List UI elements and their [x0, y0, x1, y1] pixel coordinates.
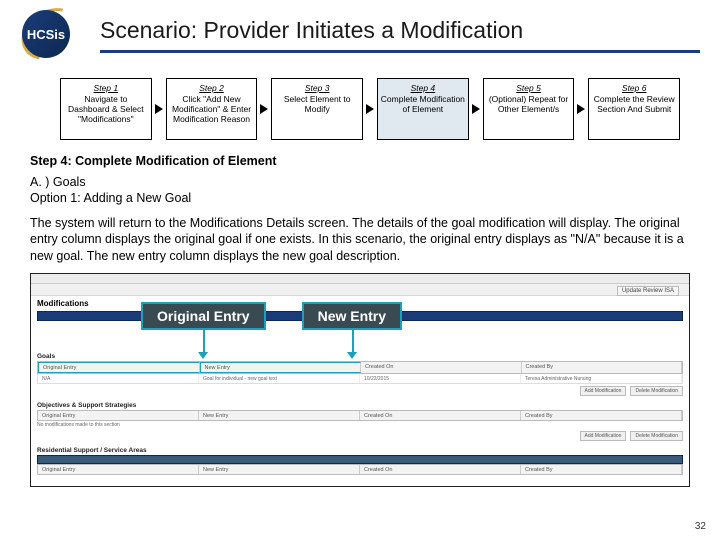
ss-goals-subhead: Goals: [31, 349, 689, 361]
cell-original: N/A: [38, 374, 199, 383]
chevron-right-icon: [260, 104, 268, 114]
col-created-by: Created By: [522, 362, 683, 373]
step-text: Click "Add New Modification" & Enter Mod…: [169, 94, 255, 125]
callout-new-entry: New Entry: [302, 302, 402, 330]
callout-original-entry: Original Entry: [141, 302, 266, 330]
col-new-entry: New Entry: [200, 362, 362, 373]
step-text: Navigate to Dashboard & Select "Modifica…: [63, 94, 149, 125]
step-title: Step 6: [591, 83, 677, 93]
page-number: 32: [695, 521, 706, 532]
ss-grid-header-2: Original Entry New Entry Created On Crea…: [37, 410, 683, 421]
step4-heading: Step 4: Complete Modification of Element: [30, 154, 690, 168]
step-box-6: Step 6Complete the Review Section And Su…: [588, 78, 680, 140]
ss-tabstrip: [31, 274, 689, 284]
cell-date: 10/22/2015: [360, 374, 521, 383]
review-isa-pill: Update Review ISA: [617, 286, 679, 296]
ss-navbar: [31, 284, 689, 296]
ss-objectives-subhead: Objectives & Support Strategies: [31, 398, 689, 410]
step-title: Step 5: [486, 83, 572, 93]
step-text: Complete Modification of Element: [380, 94, 466, 114]
step-box-2: Step 2Click "Add New Modification" & Ent…: [166, 78, 258, 140]
step-title: Step 1: [63, 83, 149, 93]
hcsis-logo: HCSis: [20, 8, 86, 62]
cell-author: Teresa Administrative Nursing: [521, 374, 682, 383]
step-box-3: Step 3Select Element to Modify: [271, 78, 363, 140]
add-modification-button[interactable]: Add Modification: [580, 386, 627, 396]
chevron-right-icon: [577, 104, 585, 114]
step-text: (Optional) Repeat for Other Element/s: [486, 94, 572, 114]
delete-modification-button-2[interactable]: Delete Modification: [630, 431, 683, 441]
ss-grid-row: N/A Goal for individual - new goal text …: [37, 374, 683, 384]
col-original-entry: Original Entry: [38, 362, 200, 373]
logo-text: HCSis: [27, 27, 65, 42]
step-box-5: Step 5(Optional) Repeat for Other Elemen…: [483, 78, 575, 140]
step-box-4: Step 4Complete Modification of Element: [377, 78, 469, 140]
ss-residential-subhead: Residential Support / Service Areas: [31, 443, 689, 455]
embedded-screenshot: Modifications Update Review ISA Original…: [30, 273, 690, 487]
step-text: Select Element to Modify: [274, 94, 360, 114]
chevron-right-icon: [155, 104, 163, 114]
delete-modification-button[interactable]: Delete Modification: [630, 386, 683, 396]
body-paragraph: The system will return to the Modificati…: [30, 215, 690, 266]
step-box-1: Step 1Navigate to Dashboard & Select "Mo…: [60, 78, 152, 140]
chevron-right-icon: [366, 104, 374, 114]
step-text: Complete the Review Section And Submit: [591, 94, 677, 114]
cell-new: Goal for individual - new goal text: [199, 374, 360, 383]
ss-bluebar-2: [37, 455, 683, 464]
step-title: Step 3: [274, 83, 360, 93]
goals-section-label: A. ) Goals: [30, 175, 86, 189]
page-title: Scenario: Provider Initiates a Modificat…: [100, 17, 700, 48]
chevron-right-icon: [472, 104, 480, 114]
option-label: Option 1: Adding a New Goal: [30, 191, 191, 205]
step-title: Step 4: [380, 83, 466, 93]
ss-grid-header: Original Entry New Entry Created On Crea…: [37, 361, 683, 374]
title-underline: [100, 50, 700, 53]
ss-grid-header-3: Original Entry New Entry Created On Crea…: [37, 464, 683, 475]
add-modification-button-2[interactable]: Add Modification: [580, 431, 627, 441]
no-modifications-note: No modifications made to this section: [31, 421, 689, 429]
step-flow: Step 1Navigate to Dashboard & Select "Mo…: [0, 66, 720, 148]
col-created-on: Created On: [361, 362, 522, 373]
step-title: Step 2: [169, 83, 255, 93]
